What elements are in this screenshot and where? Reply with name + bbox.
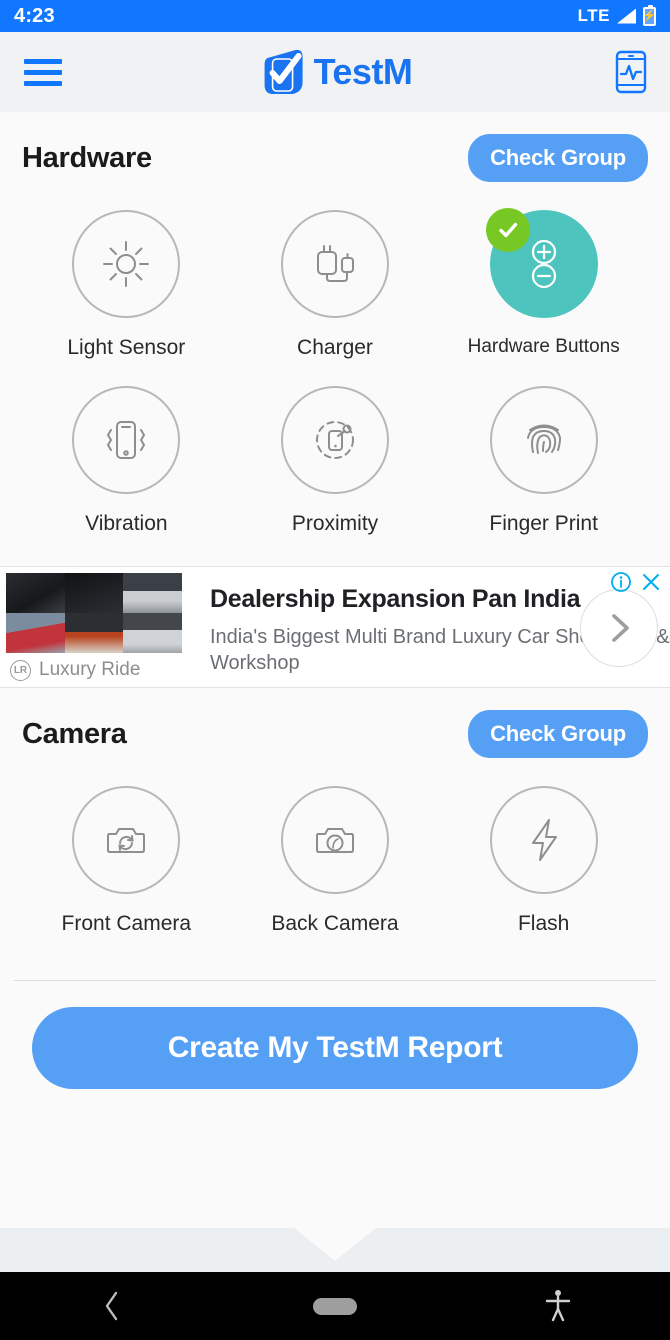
battery-charging-icon — [643, 4, 656, 26]
app-screen: 4:23 LTE TestM Hardware — [0, 0, 670, 1340]
tile-icon-circle — [280, 786, 389, 894]
ad-thumbnail-collage — [6, 573, 182, 653]
tile-icon-circle — [280, 210, 389, 318]
home-pill-icon — [312, 1297, 357, 1315]
sun-light-sensor-icon — [103, 241, 150, 287]
tile-vibration[interactable]: Vibration — [22, 386, 231, 562]
tile-finger-print[interactable]: Finger Print — [439, 386, 648, 562]
tile-icon-circle — [72, 210, 181, 318]
status-indicators: LTE — [577, 4, 656, 26]
page-title: Hardware — [22, 141, 152, 174]
section-title-camera: Camera — [22, 717, 127, 750]
section-header-camera: Camera Check Group — [0, 688, 670, 758]
check-icon — [498, 222, 517, 238]
cta-container: Create My TestM Report — [0, 981, 670, 1089]
advertisement-banner[interactable]: LR Luxury Ride Dealership Expansion Pan … — [0, 566, 670, 688]
system-navigation-bar — [0, 1272, 670, 1340]
tile-label: Hardware Buttons — [467, 336, 620, 357]
tile-hardware-buttons[interactable]: Hardware Buttons — [439, 208, 648, 386]
signal-bars-icon — [617, 8, 636, 24]
ad-info-icon[interactable] — [610, 571, 632, 593]
fingerprint-icon — [526, 424, 561, 454]
tile-label: Back Camera — [271, 912, 399, 935]
ad-controls — [610, 571, 662, 593]
check-group-button-camera[interactable]: Check Group — [468, 710, 648, 758]
accessibility-button[interactable] — [498, 1272, 618, 1340]
tile-front-camera[interactable]: Front Camera — [22, 786, 231, 962]
advertiser-name: Luxury Ride — [39, 659, 141, 680]
tile-icon-circle — [72, 386, 181, 494]
tile-label: Front Camera — [61, 912, 192, 935]
testm-logo-icon — [264, 49, 303, 94]
ad-next-button[interactable] — [580, 589, 658, 667]
tile-icon-circle — [489, 386, 598, 494]
advertiser-logo-icon: LR — [10, 659, 31, 681]
camera-rotate-icon — [107, 828, 146, 853]
flash-bolt-icon — [531, 819, 557, 861]
proximity-sensor-icon — [315, 421, 354, 459]
tile-label: Proximity — [291, 512, 379, 535]
tile-icon-circle — [280, 386, 389, 494]
chevron-right-icon — [612, 614, 629, 642]
back-button[interactable] — [52, 1272, 172, 1340]
back-chevron-icon — [105, 1291, 117, 1321]
tile-charger[interactable]: Charger — [231, 210, 440, 386]
tile-icon-circle — [489, 786, 598, 894]
tile-label: Charger — [297, 336, 373, 359]
camera-tile-grid: Front Camera Back Camera Flash — [0, 758, 670, 962]
tile-back-camera[interactable]: Back Camera — [231, 786, 440, 962]
phone-vibration-icon — [107, 421, 146, 459]
accessibility-icon — [546, 1290, 571, 1322]
home-button[interactable] — [275, 1272, 395, 1340]
hardware-tile-grid: Light Sensor Charger Hardware Buttons Vi… — [0, 182, 670, 562]
create-report-button[interactable]: Create My TestM Report — [32, 1007, 638, 1089]
check-group-button-hardware[interactable]: Check Group — [468, 134, 648, 182]
app-bar: TestM — [0, 32, 670, 112]
scroll-hint-strip — [0, 1228, 670, 1272]
ad-advertiser: LR Luxury Ride — [6, 659, 182, 681]
tile-icon-circle — [485, 208, 598, 318]
phone-pulse-icon[interactable] — [614, 50, 648, 94]
ad-media: LR Luxury Ride — [6, 573, 182, 681]
network-type-label: LTE — [577, 6, 610, 25]
tile-flash[interactable]: Flash — [439, 786, 648, 962]
tile-label: Finger Print — [489, 512, 598, 535]
camera-icon — [315, 828, 354, 853]
brand-logo: TestM — [258, 46, 413, 98]
section-header-hardware: Hardware Check Group — [0, 112, 670, 182]
tile-icon-circle — [72, 786, 181, 894]
charger-plug-icon — [316, 245, 354, 282]
brand-name: TestM — [313, 51, 413, 92]
status-time: 4:23 — [14, 4, 55, 27]
tile-label: Flash — [517, 912, 570, 935]
tile-proximity[interactable]: Proximity — [231, 386, 440, 562]
tile-label: Light Sensor — [67, 336, 186, 359]
hamburger-menu-icon[interactable] — [22, 53, 64, 92]
status-badge — [485, 208, 530, 252]
ad-close-icon[interactable] — [640, 571, 662, 593]
status-bar: 4:23 LTE — [0, 0, 670, 32]
tile-light-sensor[interactable]: Light Sensor — [22, 210, 231, 386]
tile-label: Vibration — [85, 512, 168, 535]
